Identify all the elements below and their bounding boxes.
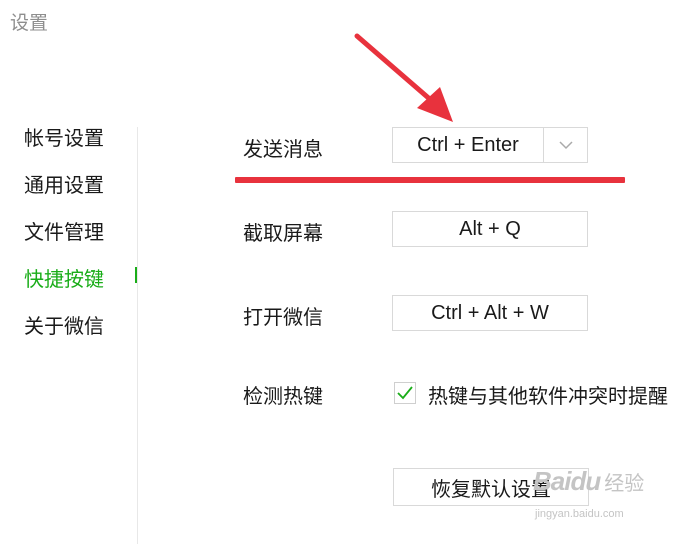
watermark-text: 经验 bbox=[604, 471, 645, 495]
red-arrow-annotation bbox=[354, 33, 453, 122]
detect-hotkey-label: 检测热键 bbox=[243, 384, 323, 408]
screenshot-label: 截取屏幕 bbox=[243, 221, 323, 245]
watermark-url: jingyan.baidu.com bbox=[535, 508, 624, 520]
open-wechat-hotkey-field[interactable]: Ctrl + Alt + W bbox=[392, 295, 588, 331]
conflict-reminder-checkbox[interactable] bbox=[394, 382, 416, 404]
screenshot-hotkey-field[interactable]: Alt + Q bbox=[392, 211, 588, 247]
watermark-logo: Baidu bbox=[533, 466, 601, 496]
open-wechat-label: 打开微信 bbox=[243, 305, 323, 329]
conflict-reminder-label[interactable]: 热键与其他软件冲突时提醒 bbox=[428, 380, 668, 409]
baidu-watermark: Baidu 经验 jingyan.baidu.com bbox=[533, 466, 645, 520]
checkmark-icon bbox=[397, 386, 413, 400]
